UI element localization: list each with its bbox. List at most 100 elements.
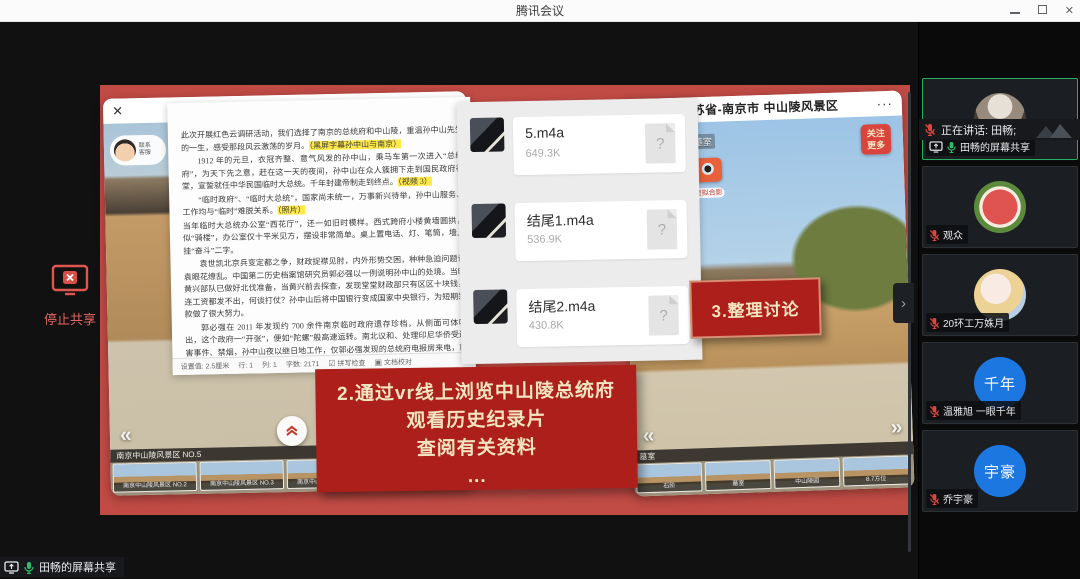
speaker-button[interactable] — [193, 494, 216, 496]
stop-share-monitor-icon — [49, 264, 91, 298]
sender-avatar — [473, 289, 508, 324]
app-title: 腾讯会议 — [516, 2, 564, 19]
list-button[interactable] — [785, 491, 809, 497]
sender-avatar — [471, 203, 506, 238]
avatar: 宇豪 — [974, 445, 1026, 497]
sidebar-collapse-button[interactable]: › — [893, 283, 914, 323]
mic-icon — [879, 492, 893, 496]
audio-file-item[interactable]: 结尾2.m4a 430.8K ? — [460, 286, 702, 349]
mic-muted-icon — [924, 123, 936, 136]
scene-thumbnail[interactable]: 中山陵园 — [774, 458, 841, 489]
minimize-button[interactable] — [1010, 6, 1020, 17]
close-button[interactable]: ✕ — [1065, 6, 1074, 17]
close-icon[interactable]: ✕ — [112, 103, 123, 119]
spellcheck-checkbox-icon[interactable]: ☑ — [328, 359, 335, 368]
mic-muted-icon — [929, 317, 940, 329]
stop-sharing-button[interactable]: 停止共享 — [22, 264, 118, 328]
thumbnail-caption: 石阶 — [637, 481, 701, 492]
customer-service-bubble[interactable]: 联系客服 — [110, 135, 167, 166]
minimize-icon — [1010, 12, 1020, 14]
speaking-toast-text: 正在讲话: 田畅; — [941, 122, 1027, 138]
audio-file-item[interactable]: 结尾1.m4a 536.9K ? — [458, 200, 700, 263]
vr-goggles-button[interactable] — [830, 489, 854, 496]
move-forward-button[interactable] — [276, 416, 307, 447]
mic-on-icon — [23, 561, 35, 574]
proofread-checkbox-icon[interactable]: ▣ — [374, 358, 382, 367]
location-button[interactable] — [651, 495, 675, 496]
grid-button[interactable] — [741, 492, 765, 496]
mic-button[interactable] — [875, 488, 899, 497]
highlighted-text: （照片） — [277, 205, 305, 215]
col-indicator: 列: 1 — [262, 360, 277, 370]
step2-banner-line: 观看历史纪录片 — [316, 405, 637, 437]
step2-banner-line: ... — [316, 461, 637, 493]
file-name: 5.m4a — [525, 124, 564, 141]
more-menu-icon[interactable]: ··· — [877, 96, 893, 112]
speaker-button[interactable] — [696, 494, 720, 497]
follow-badge-line2: 更多 — [861, 139, 891, 152]
file-name: 结尾2.m4a — [528, 296, 595, 317]
forward-chevrons-icon — [284, 424, 298, 438]
scene-thumbnail[interactable]: 墓室 — [705, 460, 772, 491]
stop-sharing-label: 停止共享 — [22, 309, 118, 328]
spellcheck-label: 拼写检查 — [337, 360, 365, 368]
participant-label: 乔宇豪 — [926, 489, 978, 508]
thumbnail-caption: 墓室 — [706, 479, 770, 490]
speaking-toast: 正在讲话: 田畅; — [919, 119, 1080, 140]
file-size: 649.3K — [525, 147, 560, 160]
follow-more-badge[interactable]: 关注 更多 — [860, 124, 891, 155]
highlighted-text: （视频 3） — [398, 177, 432, 187]
mountains-decoration-icon — [1032, 122, 1076, 138]
mic-muted-icon — [929, 493, 940, 505]
location-button[interactable] — [135, 495, 158, 496]
participant-label: 观众 — [926, 225, 968, 244]
highlighted-text: （黑屏字幕孙中山与南京） — [309, 139, 401, 150]
file-name: 结尾1.m4a — [527, 210, 594, 231]
proofread-label: 文档校对 — [384, 359, 412, 367]
mic-muted-icon — [929, 405, 940, 417]
service-avatar-icon — [114, 139, 136, 161]
follow-badge-line1: 关注 — [861, 127, 891, 140]
document-paragraph: 袁世凯北京兵变定都之争，财政捉襟见肘，内外形势交困，种种急迫问题让袁眼花缭乱。中… — [183, 253, 466, 321]
file-message-bubble[interactable]: 结尾1.m4a 536.9K ? — [514, 200, 687, 261]
step2-banner: 2.通过vr线上浏览中山陵总统府观看历史纪录片查阅有关资料... — [315, 365, 638, 492]
participant-tile[interactable]: 千年 温雅旭 一眼千年 — [922, 342, 1078, 424]
vr-goggles-icon — [373, 494, 387, 495]
participant-tile[interactable]: 宇豪 乔宇豪 — [922, 430, 1078, 512]
grid-button[interactable] — [252, 492, 275, 495]
tencent-meeting-window: 腾讯会议 ✕ ✕ 江苏省-南京市 中山陵风景区 ··· — [0, 0, 1080, 579]
audio-file-item[interactable]: 5.m4a 649.3K ? — [457, 114, 699, 177]
participant-tile[interactable]: 观众 — [922, 166, 1078, 248]
document-paragraph: 1912 年的元旦，衣冠齐整、意气风发的孙中山，乘马车第一次进入“总统府”，为天… — [181, 150, 464, 193]
document-text: 此次开展红色云调研活动，我们选择了南京的总统府和中山陵，重温孙中山先生的一生，感… — [167, 97, 475, 358]
scene-thumbnail[interactable]: 石阶 — [636, 462, 703, 493]
service-label: 联系客服 — [139, 143, 155, 157]
thumbnail-caption: 中山陵园 — [775, 477, 839, 488]
scene-thumbnail[interactable]: 南京中山陵风景区 NO.3 — [200, 460, 285, 491]
scene-thumbnail[interactable]: 8.7方位 — [842, 455, 909, 486]
screen-share-icon — [929, 141, 943, 153]
file-message-bubble[interactable]: 5.m4a 649.3K ? — [513, 114, 686, 175]
unknown-file-icon: ? — [645, 123, 676, 164]
avatar — [974, 181, 1026, 233]
maximize-button[interactable] — [1038, 5, 1047, 17]
word-document-panel: 此次开展红色云调研活动，我们选择了南京的总统府和中山陵，重温孙中山先生的一生，感… — [167, 97, 476, 375]
file-size: 430.8K — [529, 319, 564, 332]
mic-on-icon — [946, 141, 957, 153]
share-source-label: 田畅的屏幕共享 — [39, 559, 116, 575]
pan-left-arrow[interactable]: « — [642, 424, 654, 448]
sender-avatar — [470, 117, 505, 152]
participant-tile[interactable]: 20环工万姝月 — [922, 254, 1078, 336]
maximize-icon — [1038, 5, 1047, 14]
unknown-file-icon: ? — [648, 295, 679, 336]
participant-label: 温雅旭 一眼千年 — [926, 401, 1021, 420]
mic-icon — [432, 493, 446, 496]
scene-thumbnail[interactable]: 南京中山陵风景区 NO.2 — [113, 462, 198, 493]
screen-share-area: ✕ 江苏省-南京市 中山陵风景区 ··· 联系客服 南 « » — [0, 22, 918, 579]
meeting-main-area: ✕ 江苏省-南京市 中山陵风景区 ··· 联系客服 南 « » — [0, 22, 1080, 579]
file-message-bubble[interactable]: 结尾2.m4a 430.8K ? — [516, 286, 689, 347]
pan-left-arrow[interactable]: « — [120, 423, 132, 447]
mic-muted-icon — [929, 229, 940, 241]
thumbnail-caption: 南京中山陵风景区 NO.2 — [114, 481, 196, 492]
pan-right-arrow[interactable]: » — [890, 416, 902, 440]
